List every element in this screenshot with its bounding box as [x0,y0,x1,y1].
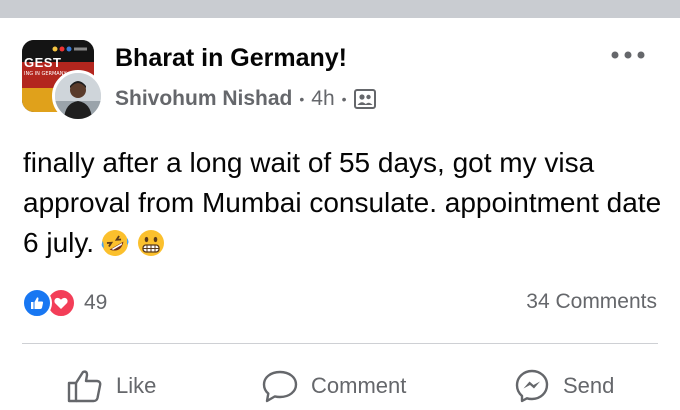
rolling-on-floor-laughing-emoji [100,228,130,269]
more-options-button[interactable] [608,44,648,66]
post-timestamp[interactable]: 4h [311,87,334,111]
group-avatar-logo-icon [52,46,87,52]
meta-separator: • [341,91,347,107]
reactions-summary[interactable]: 49 [22,288,107,318]
comment-button-label: Comment [311,373,407,398]
author-avatar[interactable] [52,70,104,122]
thumbs-up-icon [67,370,102,403]
like-button-label: Like [116,373,157,398]
comment-button[interactable]: Comment [261,362,406,410]
like-reaction-icon [22,288,52,318]
meta-separator: • [299,91,305,107]
send-button[interactable]: Send [513,362,614,410]
post-text: finally after a long wait of 55 days, go… [23,143,668,269]
person-photo-icon [55,73,101,119]
messenger-icon [515,369,549,403]
grimacing-face-emoji [136,228,166,269]
author-name[interactable]: Shivohum Nishad [115,87,292,111]
members-icon[interactable] [353,89,376,109]
more-dots-icon [611,51,645,59]
reaction-count: 49 [84,291,108,314]
like-button[interactable]: Like [66,362,156,410]
group-name[interactable]: Bharat in Germany! [115,44,347,73]
post-meta: Shivohum Nishad • 4h • [115,86,376,112]
comments-count-link[interactable]: 34 Comments [526,290,657,314]
divider [22,343,658,344]
send-button-label: Send [563,373,615,398]
post-actions: Like Comment Send [0,362,680,410]
top-strip [0,0,680,18]
comment-bubble-icon [262,370,298,403]
post-avatars: GEST ING IN GERMANY [22,40,104,122]
group-avatar-text: GEST [24,55,62,70]
